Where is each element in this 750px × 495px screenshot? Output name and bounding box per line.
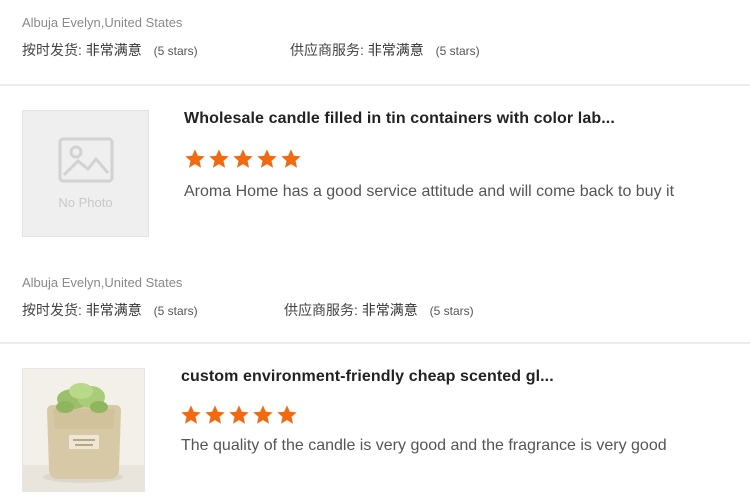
- review-comment: The quality of the candle is very good a…: [181, 437, 667, 454]
- service-label: 供应商服务:: [290, 42, 364, 58]
- product-thumbnail[interactable]: [22, 368, 145, 492]
- product-title-link[interactable]: custom environment-friendly cheap scente…: [181, 368, 554, 386]
- shipping-value: 非常满意: [85, 302, 142, 318]
- product-thumbnail[interactable]: No Photo: [22, 110, 149, 237]
- service-stars-text: (5 stars): [435, 44, 480, 58]
- service-stars-text: (5 stars): [429, 304, 474, 318]
- review-comment: Aroma Home has a good service attitude a…: [184, 183, 675, 200]
- service-value: 非常满意: [367, 42, 424, 58]
- star-icon: [185, 149, 205, 168]
- star-icon: [253, 405, 273, 424]
- shipping-label: 按时发货:: [22, 42, 82, 58]
- star-icon: [281, 149, 301, 168]
- shipping-rating: 按时发货: 非常满意 (5 stars): [22, 40, 198, 60]
- service-label: 供应商服务:: [284, 302, 358, 318]
- shipping-stars-text: (5 stars): [153, 304, 198, 318]
- star-rating: [184, 148, 302, 170]
- star-icon: [209, 149, 229, 168]
- star-icon: [229, 405, 249, 424]
- reviewer-name: Albuja Evelyn,United States: [22, 15, 183, 30]
- star-icon: [257, 149, 277, 168]
- image-placeholder-icon: [58, 137, 113, 183]
- product-title-link[interactable]: Wholesale candle filled in tin container…: [184, 110, 615, 128]
- service-rating: 供应商服务: 非常满意 (5 stars): [290, 40, 480, 60]
- divider: [0, 342, 750, 344]
- reviewer-name: Albuja Evelyn,United States: [22, 275, 183, 290]
- star-icon: [181, 405, 201, 424]
- ratings-row: 按时发货: 非常满意 (5 stars) 供应商服务: 非常满意 (5 star…: [22, 40, 480, 60]
- star-icon: [277, 405, 297, 424]
- ratings-row: 按时发货: 非常满意 (5 stars) 供应商服务: 非常满意 (5 star…: [22, 300, 474, 320]
- candle-image: [23, 369, 144, 491]
- shipping-stars-text: (5 stars): [153, 44, 198, 58]
- no-photo-label: No Photo: [58, 195, 113, 210]
- star-icon: [233, 149, 253, 168]
- shipping-label: 按时发货:: [22, 302, 82, 318]
- review-meta: Albuja Evelyn,United States 按时发货: 非常满意 (…: [22, 275, 474, 320]
- star-icon: [205, 405, 225, 424]
- service-value: 非常满意: [361, 302, 418, 318]
- shipping-rating: 按时发货: 非常满意 (5 stars): [22, 300, 198, 320]
- star-rating: [180, 404, 298, 426]
- shipping-value: 非常满意: [85, 42, 142, 58]
- review-meta: Albuja Evelyn,United States 按时发货: 非常满意 (…: [22, 15, 480, 60]
- service-rating: 供应商服务: 非常满意 (5 stars): [284, 300, 474, 320]
- divider: [0, 84, 750, 86]
